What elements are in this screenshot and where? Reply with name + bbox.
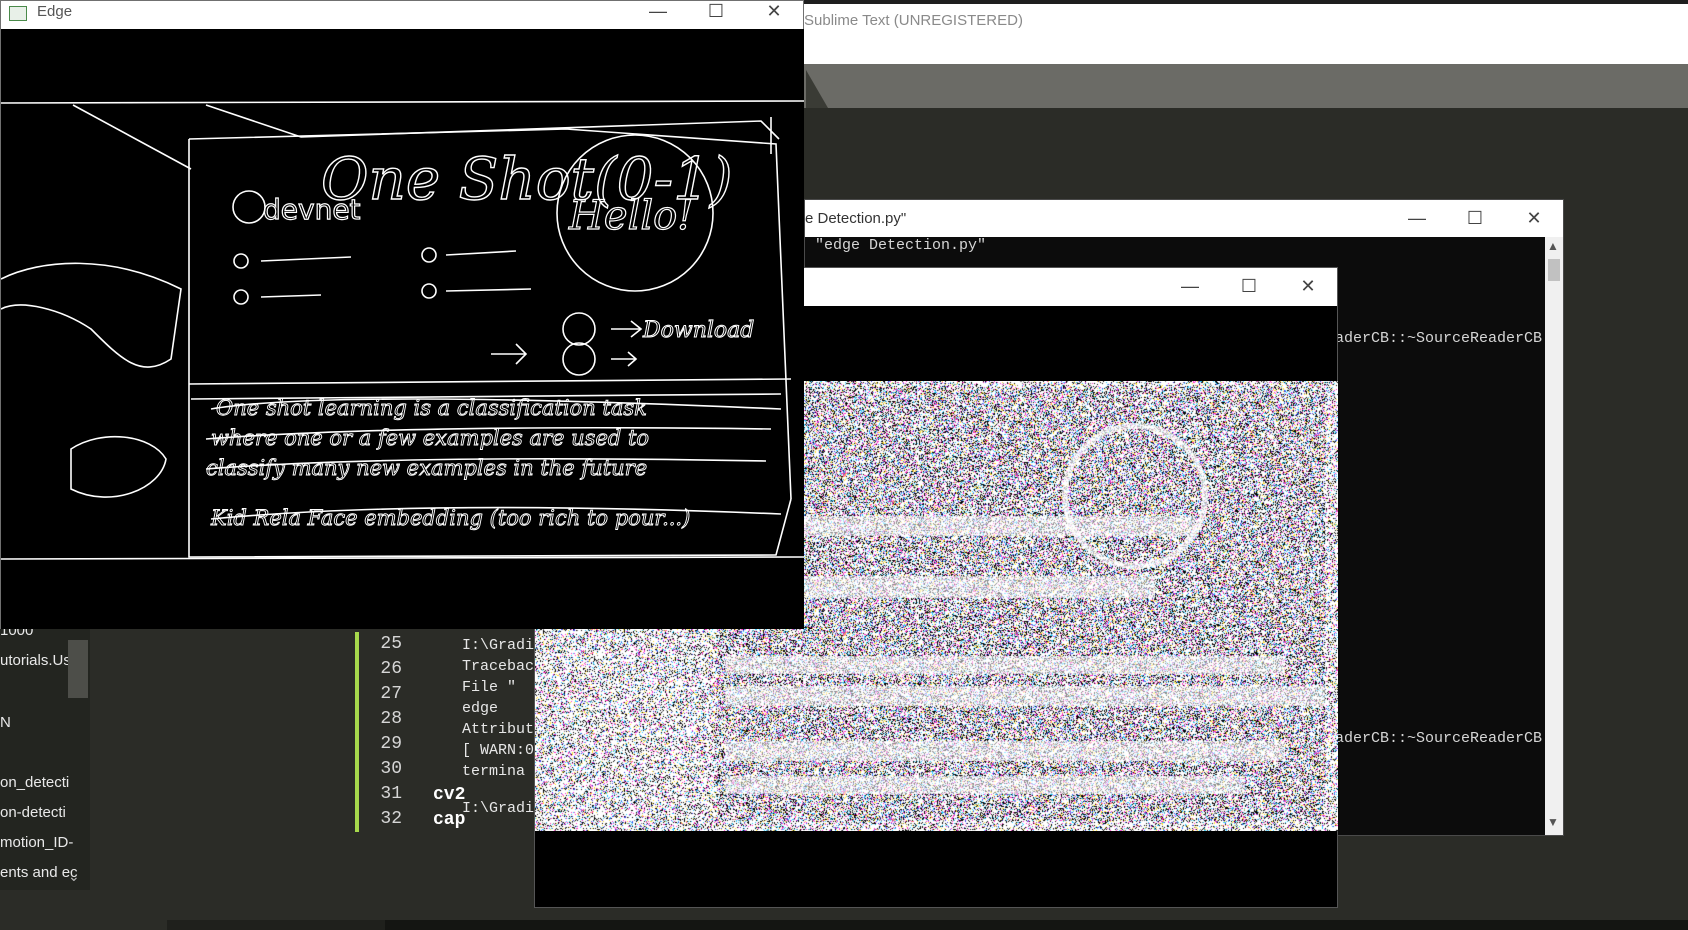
output-line: I:\Gradi [462, 637, 535, 654]
sublime-status-bar-right [385, 920, 1688, 930]
window-icon [9, 6, 27, 21]
code-line[interactable]: cv2 [433, 785, 465, 805]
board-logo-text: devnet [263, 193, 361, 226]
sidebar-scrollbar[interactable] [68, 640, 88, 698]
modified-line-marker [355, 632, 359, 832]
scrollbar-thumb[interactable] [1548, 259, 1560, 281]
close-button[interactable]: ✕ [1505, 200, 1563, 237]
output-line: I:\Gradi [462, 800, 535, 817]
close-button[interactable]: ✕ [1279, 268, 1337, 305]
output-line: File " [462, 679, 517, 696]
sidebar-item[interactable]: ents and ec [0, 864, 78, 881]
handwriting-line: One shot learning is a classification ta… [216, 396, 647, 420]
line-number: 29 [380, 734, 402, 754]
line-number: 26 [380, 659, 402, 679]
maximize-button[interactable]: ☐ [1446, 200, 1504, 237]
line-number: 28 [380, 709, 402, 729]
edge-window-title: Edge [37, 3, 73, 20]
edge-detection-image: One Shot(0-1) devnet Hello! Download One… [1, 29, 804, 629]
sidebar-item[interactable]: on-detecti [0, 804, 66, 821]
output-line: Attribut [462, 721, 535, 738]
board-hello-text: Hello! [568, 193, 693, 239]
sidebar-item[interactable]: N [0, 714, 11, 731]
sublime-window-title: Sublime Text (UNREGISTERED) [804, 12, 1023, 29]
chevron-down-icon[interactable]: ⌄ [68, 868, 80, 885]
close-button[interactable]: ✕ [745, 1, 803, 29]
chevron-down-icon[interactable]: ▼ [1547, 815, 1559, 829]
terminal-line: "edge Detection.py" [815, 237, 987, 254]
terminal-line: aderCB::~SourceReaderCB [1335, 730, 1543, 747]
output-line: Tracebac [462, 658, 535, 675]
chevron-up-icon[interactable]: ▲ [1547, 239, 1559, 253]
line-number: 32 [380, 809, 402, 829]
minimize-button[interactable]: — [1388, 200, 1446, 237]
sublime-tab-edge [806, 70, 828, 108]
sublime-tab-strip [828, 70, 1688, 108]
output-line: termina [462, 763, 526, 780]
maximize-button[interactable]: ☐ [1220, 268, 1278, 305]
handwriting-line: classify many new examples in the future [206, 456, 647, 480]
terminal-title-bar[interactable]: e Detection.py" — ☐ ✕ [805, 200, 1563, 237]
line-number: 30 [380, 759, 402, 779]
handwriting-line: Kid Rela Face embedding (too rich to pou… [210, 506, 690, 530]
line-number: 31 [380, 784, 402, 804]
line-number: 27 [380, 684, 402, 704]
minimize-button[interactable]: — [629, 1, 687, 29]
output-line: [ WARN:0 [462, 742, 535, 759]
board-download-text: Download [642, 318, 754, 343]
terminal-scrollbar[interactable]: ▲ ▼ [1545, 237, 1563, 835]
edge-window[interactable]: Edge — ☐ ✕ One Shot(0-1) devnet Hello! D… [0, 0, 804, 629]
maximize-button[interactable]: ☐ [687, 1, 745, 29]
edge-title-bar[interactable]: Edge — ☐ ✕ [1, 1, 803, 29]
output-line: edge [462, 700, 499, 717]
handwriting-line: where one or a few examples are used to [211, 426, 649, 450]
sidebar-item[interactable]: utorials.Us [0, 652, 71, 669]
code-line[interactable]: cap [433, 810, 465, 830]
minimize-button[interactable]: — [1161, 268, 1219, 305]
sidebar-item[interactable]: motion_ID- [0, 834, 73, 851]
line-number: 25 [380, 634, 402, 654]
sidebar-item[interactable]: on_detecti [0, 774, 69, 791]
terminal-title: e Detection.py" [805, 210, 907, 227]
editor-panel [167, 620, 355, 920]
terminal-line: aderCB::~SourceReaderCB [1335, 330, 1543, 347]
